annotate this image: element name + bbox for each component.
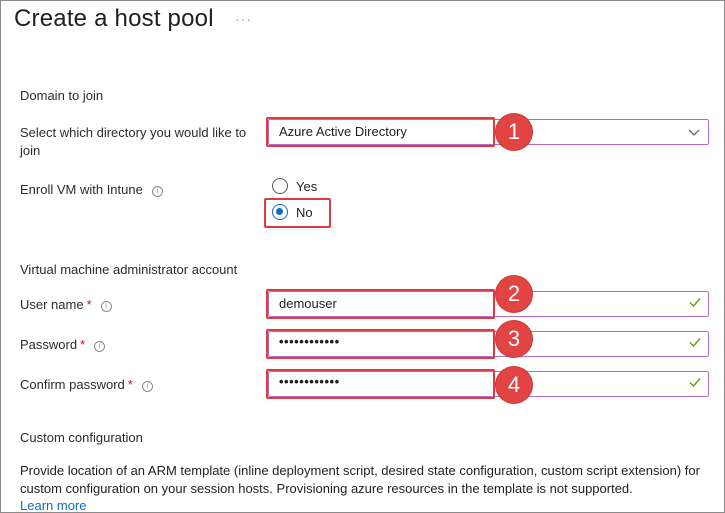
confirm-password-label: Confirm password * i [20, 376, 153, 394]
more-options-button[interactable]: ··· [235, 11, 252, 27]
intune-yes-label: Yes [296, 179, 318, 194]
custom-configuration-description: Provide location of an ARM template (inl… [20, 463, 700, 496]
page-title: Create a host pool [14, 5, 214, 32]
username-label-text: User name [20, 297, 84, 312]
section-custom-configuration: Custom configuration [20, 430, 143, 445]
callout-badge-1: 1 [496, 114, 532, 150]
chevron-down-icon [688, 129, 700, 136]
highlight-box-confirm [266, 369, 495, 399]
intune-label: Enroll VM with Intune i [20, 181, 163, 199]
required-marker: * [80, 337, 86, 352]
intune-yes-radio[interactable] [272, 178, 288, 194]
section-admin-account: Virtual machine administrator account [20, 262, 238, 277]
callout-badge-4: 4 [496, 367, 532, 403]
section-domain-to-join: Domain to join [20, 88, 104, 103]
confirm-password-label-text: Confirm password [20, 377, 125, 392]
highlight-box-no-option [264, 198, 331, 228]
info-icon[interactable]: i [151, 186, 163, 197]
info-icon[interactable]: i [94, 341, 106, 352]
callout-badge-2: 2 [496, 276, 532, 312]
callout-badge-3: 3 [496, 321, 532, 357]
info-icon[interactable]: i [100, 301, 112, 312]
highlight-box-directory [266, 117, 495, 147]
checkmark-icon [689, 298, 701, 308]
checkmark-icon [689, 338, 701, 348]
host-pool-blade: Create a host pool ··· Domain to join Se… [0, 0, 725, 513]
intune-label-text: Enroll VM with Intune [20, 182, 143, 197]
required-marker: * [127, 377, 133, 392]
learn-more-link[interactable]: Learn more [20, 498, 86, 512]
username-label: User name * i [20, 296, 112, 314]
highlight-box-password [266, 329, 495, 359]
password-label: Password * i [20, 336, 106, 354]
directory-label: Select which directory you would like to… [20, 125, 247, 158]
required-marker: * [86, 297, 92, 312]
password-label-text: Password [20, 337, 78, 352]
highlight-box-username [266, 289, 495, 319]
checkmark-icon [689, 378, 701, 388]
info-icon[interactable]: i [141, 381, 153, 392]
